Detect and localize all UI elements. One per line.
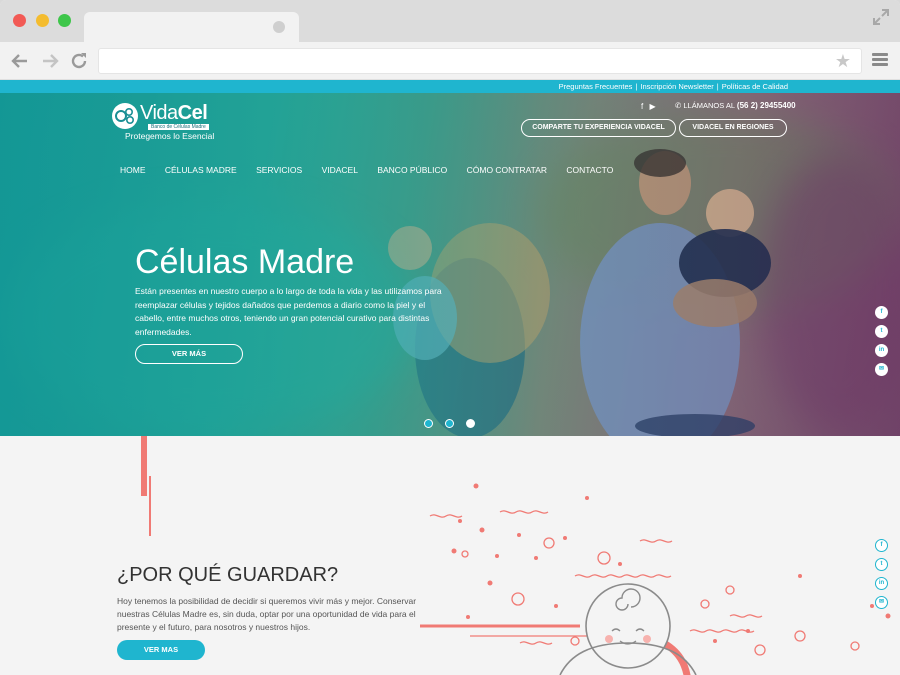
vidacel-logo[interactable]: VidaCel Banco de Células Madre Protegemo…: [112, 102, 222, 143]
fullscreen-icon[interactable]: [872, 8, 890, 26]
nav-banco-publico[interactable]: BANCO PÚBLICO: [377, 165, 447, 175]
bookmark-star-icon[interactable]: ★: [835, 52, 851, 70]
floating-social-bar-section: f t in ✉: [875, 539, 889, 615]
hero-description: Están presentes en nuestro cuerpo a lo l…: [135, 286, 442, 337]
header-social-links: f ▶: [641, 102, 656, 111]
twitter-icon[interactable]: t: [875, 558, 888, 571]
phone-label: LLÁMANOS AL: [683, 101, 735, 110]
floating-social-bar-hero: f t in ✉: [875, 306, 889, 382]
carousel-dot-3-active[interactable]: [466, 419, 475, 428]
tab-close-icon[interactable]: [273, 21, 285, 33]
newsletter-link[interactable]: Inscripción Newsletter: [640, 82, 713, 91]
share-experience-button[interactable]: COMPARTE TU EXPERIENCIA VIDACEL: [521, 119, 676, 137]
logo-mark-icon: [112, 103, 138, 129]
regions-button[interactable]: VIDACEL EN REGIONES: [679, 119, 787, 137]
why-store-title: ¿POR QUÉ GUARDAR?: [117, 564, 339, 586]
why-store-section: ¿POR QUÉ GUARDAR? Hoy tenemos la posibil…: [0, 436, 900, 675]
why-store-see-more-button[interactable]: VER MAS: [117, 640, 205, 660]
close-window-button[interactable]: [13, 14, 26, 27]
nav-vidacel[interactable]: VIDACEL: [322, 165, 358, 175]
nav-home[interactable]: HOME: [120, 165, 146, 175]
browser-tab[interactable]: [84, 12, 299, 42]
faq-link[interactable]: Preguntas Frecuentes: [559, 82, 633, 91]
browser-window: ★ Preguntas Frecuentes | Inscripción Newsl…: [0, 0, 900, 675]
linkedin-icon[interactable]: in: [875, 344, 888, 357]
hero-title: Células Madre: [135, 243, 355, 281]
carousel-dot-1[interactable]: [424, 419, 433, 428]
browser-menu-icon[interactable]: [872, 53, 888, 67]
nav-contacto[interactable]: CONTACTO: [566, 165, 613, 175]
facebook-icon[interactable]: f: [641, 102, 643, 111]
forward-arrow-icon[interactable]: [39, 50, 61, 72]
logo-tagline: Protegemos lo Esencial: [125, 131, 215, 141]
why-store-description: Hoy tenemos la posibilidad de decidir si…: [117, 596, 417, 632]
logo-wordmark: VidaCel: [140, 102, 208, 124]
hero-banner: VidaCel Banco de Células Madre Protegemo…: [0, 93, 900, 436]
nav-celulas-madre[interactable]: CÉLULAS MADRE: [165, 165, 237, 175]
phone-icon: ✆: [675, 101, 682, 110]
logo-subtitle: Banco de Células Madre: [148, 124, 209, 130]
address-bar[interactable]: ★: [98, 48, 862, 74]
email-icon[interactable]: ✉: [875, 596, 888, 609]
quality-policy-link[interactable]: Políticas de Calidad: [722, 82, 788, 91]
main-navigation: HOME CÉLULAS MADRE SERVICIOS VIDACEL BAN…: [120, 165, 630, 175]
email-icon[interactable]: ✉: [875, 363, 888, 376]
browser-toolbar: ★: [0, 42, 900, 80]
reload-icon[interactable]: [68, 50, 90, 72]
phone-number[interactable]: (56 2) 29455400: [737, 101, 796, 110]
maximize-window-button[interactable]: [58, 14, 71, 27]
twitter-icon[interactable]: t: [875, 325, 888, 338]
hero-see-more-button[interactable]: VER MÁS: [135, 344, 243, 364]
linkedin-icon[interactable]: in: [875, 577, 888, 590]
nav-como-contratar[interactable]: CÓMO CONTRATAR: [467, 165, 547, 175]
back-arrow-icon[interactable]: [9, 50, 31, 72]
website: Preguntas Frecuentes | Inscripción Newslet…: [0, 80, 900, 675]
minimize-window-button[interactable]: [36, 14, 49, 27]
phone-contact: ✆ LLÁMANOS AL (56 2) 29455400: [675, 101, 796, 110]
browser-titlebar: [0, 0, 900, 42]
facebook-icon[interactable]: f: [875, 306, 888, 319]
nav-servicios[interactable]: SERVICIOS: [256, 165, 302, 175]
top-link-bar: Preguntas Frecuentes | Inscripción Newslet…: [0, 80, 900, 93]
carousel-dot-2[interactable]: [445, 419, 454, 428]
facebook-icon[interactable]: f: [875, 539, 888, 552]
youtube-icon[interactable]: ▶: [649, 102, 655, 111]
